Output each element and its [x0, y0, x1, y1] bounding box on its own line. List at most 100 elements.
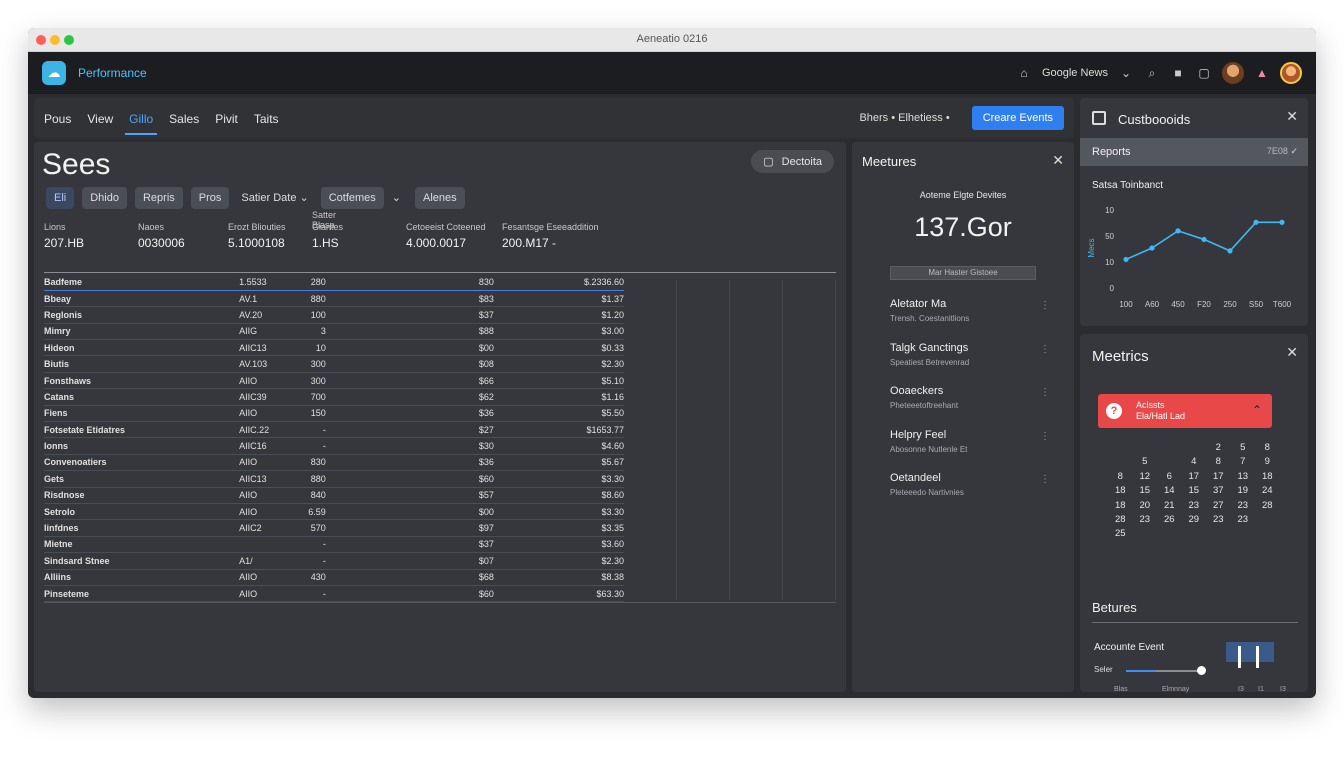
table-row[interactable]: Bbeay AV.1 880 $83 $1.37: [44, 290, 624, 308]
user-avatar[interactable]: [1222, 62, 1244, 84]
calendar-day[interactable]: 23: [1133, 514, 1158, 525]
calendar-day[interactable]: 5: [1133, 456, 1158, 467]
measure-list-item[interactable]: Talgk Ganctings Speatiest Betrevenrad ⋮: [890, 342, 1050, 367]
data-point[interactable]: [1253, 219, 1259, 225]
filter-chip[interactable]: Dhido: [82, 186, 127, 209]
calendar-day[interactable]: 13: [1231, 471, 1256, 482]
calendar-day[interactable]: 18: [1255, 471, 1280, 482]
measures-bar[interactable]: Mar Haster Gistoee: [890, 266, 1036, 280]
tab-view[interactable]: View: [87, 112, 113, 126]
close-icon[interactable]: ✕: [1286, 108, 1298, 125]
table-row[interactable]: Mietne - $37 $3.60: [44, 536, 624, 554]
drag-handle-icon[interactable]: ⋮: [1040, 387, 1050, 398]
close-icon[interactable]: ✕: [1286, 344, 1298, 361]
calendar-day[interactable]: 23: [1182, 500, 1207, 511]
calendar-day[interactable]: 23: [1231, 500, 1256, 511]
table-row[interactable]: Mimry AIIG 3 $88 $3.00: [44, 323, 624, 341]
drag-handle-icon[interactable]: ⋮: [1040, 300, 1050, 311]
calendar-day[interactable]: 20: [1133, 500, 1158, 511]
data-point[interactable]: [1227, 248, 1233, 254]
calendar-day[interactable]: 14: [1157, 485, 1182, 496]
chevron-up-icon[interactable]: ⌃: [1252, 403, 1262, 417]
calendar-day[interactable]: 19: [1231, 485, 1256, 496]
create-events-button[interactable]: Creare Events: [971, 106, 1064, 130]
measure-list-item[interactable]: Ooaeckers Pheteeetoftreehant ⋮: [890, 385, 1050, 410]
table-row[interactable]: Hideon AIIC13 10 $00 $0.33: [44, 339, 624, 357]
calendar-day[interactable]: 5: [1231, 442, 1256, 453]
tab-pivit[interactable]: Pivit: [215, 112, 238, 126]
table-row[interactable]: Fiens AIIO 150 $36 $5.50: [44, 405, 624, 423]
table-row[interactable]: Pinseteme AIIO - $60 $63.30: [44, 585, 624, 603]
filter-dropdown[interactable]: Bhers • Elhetiess •: [859, 112, 949, 124]
table-row[interactable]: Ionns AIIC16- $30 $4.60: [44, 437, 624, 455]
calendar-day[interactable]: 8: [1206, 456, 1231, 467]
alert-banner[interactable]: ? Aclssts Ela/Hatl Lad ⌃: [1098, 394, 1272, 428]
calendar-day[interactable]: 29: [1182, 514, 1207, 525]
data-point[interactable]: [1279, 219, 1285, 225]
details-button[interactable]: ▢ Dectoita: [751, 150, 834, 173]
table-row[interactable]: Reglonis AV.20 100 $37 $1.20: [44, 306, 624, 324]
calendar-day[interactable]: 4: [1182, 456, 1207, 467]
calendar-day[interactable]: 17: [1206, 471, 1231, 482]
calendar-day[interactable]: 9: [1255, 456, 1280, 467]
table-row[interactable]: Fonsthaws AIIO 300 $66 $5.10: [44, 372, 624, 390]
drag-handle-icon[interactable]: ⋮: [1040, 474, 1050, 485]
calendar-day[interactable]: 8: [1255, 442, 1280, 453]
calendar-day[interactable]: 7: [1231, 456, 1256, 467]
calendar-day[interactable]: 17: [1182, 471, 1207, 482]
table-row[interactable]: Setrolo AIIO 6.59 $00 $3.30: [44, 503, 624, 521]
table-row[interactable]: Sindsard Stnee A1/- $07 $2.30: [44, 552, 624, 570]
data-point[interactable]: [1149, 245, 1155, 251]
calendar-day[interactable]: 24: [1255, 485, 1280, 496]
calendar-day[interactable]: 23: [1231, 514, 1256, 525]
tab-sales[interactable]: Sales: [169, 112, 199, 126]
calendar-day[interactable]: 18: [1108, 500, 1133, 511]
filter-chip[interactable]: Pros: [190, 186, 230, 209]
calendar-day[interactable]: 21: [1157, 500, 1182, 511]
data-point[interactable]: [1175, 228, 1181, 234]
tab-pous[interactable]: Pous: [44, 112, 71, 126]
tab-gillo[interactable]: Gillo: [125, 112, 158, 135]
chevron-down-icon[interactable]: ⌄: [1118, 66, 1134, 80]
bag-icon[interactable]: ■: [1170, 66, 1186, 80]
calendar-day[interactable]: 37: [1206, 485, 1231, 496]
conformes-filter[interactable]: Cotfemes: [320, 186, 384, 209]
notification-icon[interactable]: ▲: [1254, 66, 1270, 80]
calendar-day[interactable]: 18: [1108, 485, 1133, 496]
bar-indicator[interactable]: [1238, 646, 1241, 668]
profile-avatar[interactable]: [1280, 62, 1302, 84]
table-row[interactable]: Alliins AIIO 430 $68 $8.38: [44, 569, 624, 586]
calendar-day[interactable]: 28: [1108, 514, 1133, 525]
calendar-day[interactable]: 2: [1206, 442, 1231, 453]
calendar-day[interactable]: 28: [1255, 500, 1280, 511]
chevron-down-icon[interactable]: ⌄: [392, 191, 401, 204]
table-row[interactable]: Fotsetate Etidatres AIIC.22- $27 $1653.77: [44, 421, 624, 439]
bar-indicator[interactable]: [1256, 646, 1259, 668]
calendar-day[interactable]: 6: [1157, 471, 1182, 482]
data-point[interactable]: [1201, 236, 1207, 243]
calendar-day[interactable]: 12: [1133, 471, 1158, 482]
measure-list-item[interactable]: Helpry Feel Abosonne Nutlenle Et ⋮: [890, 429, 1050, 454]
calendar-day[interactable]: 23: [1206, 514, 1231, 525]
measure-list-item[interactable]: Aletator Ma Trensh. Coestanitlions ⋮: [890, 298, 1050, 323]
table-row[interactable]: Catans AIIC39 700 $62 $1.16: [44, 388, 624, 406]
slider-handle[interactable]: [1197, 666, 1206, 675]
search-icon[interactable]: ⌕: [1144, 66, 1160, 81]
table-row[interactable]: Biutis AV.103 300 $08 $2.30: [44, 355, 624, 373]
calendar-day[interactable]: 27: [1206, 500, 1231, 511]
calendar-day[interactable]: 15: [1182, 485, 1207, 496]
date-filter-dropdown[interactable]: Satier Date ⌄: [237, 186, 312, 209]
filter-chip[interactable]: Repris: [134, 186, 183, 209]
table-row[interactable]: Gets AIIC13 880 $60 $3.30: [44, 470, 624, 488]
calendar-day[interactable]: 15: [1133, 485, 1158, 496]
close-icon[interactable]: ✕: [1052, 152, 1064, 169]
table-row[interactable]: Iinfdnes AIIC2 570 $97 $3.35: [44, 519, 624, 537]
alares-chip[interactable]: Alenes: [415, 186, 465, 209]
measure-list-item[interactable]: Oetandeel Pleteeedo Nartivnies ⋮: [890, 472, 1050, 497]
table-row[interactable]: Convenoatiers AIIO 830 $36 $5.67: [44, 454, 624, 472]
reports-row[interactable]: Reports 7E08 ✓: [1080, 138, 1308, 166]
table-row[interactable]: Risdnose AIIO 840 $57 $8.60: [44, 487, 624, 504]
checkbox[interactable]: [1092, 111, 1106, 125]
filter-chip[interactable]: Eli: [46, 186, 75, 209]
drag-handle-icon[interactable]: ⋮: [1040, 344, 1050, 355]
